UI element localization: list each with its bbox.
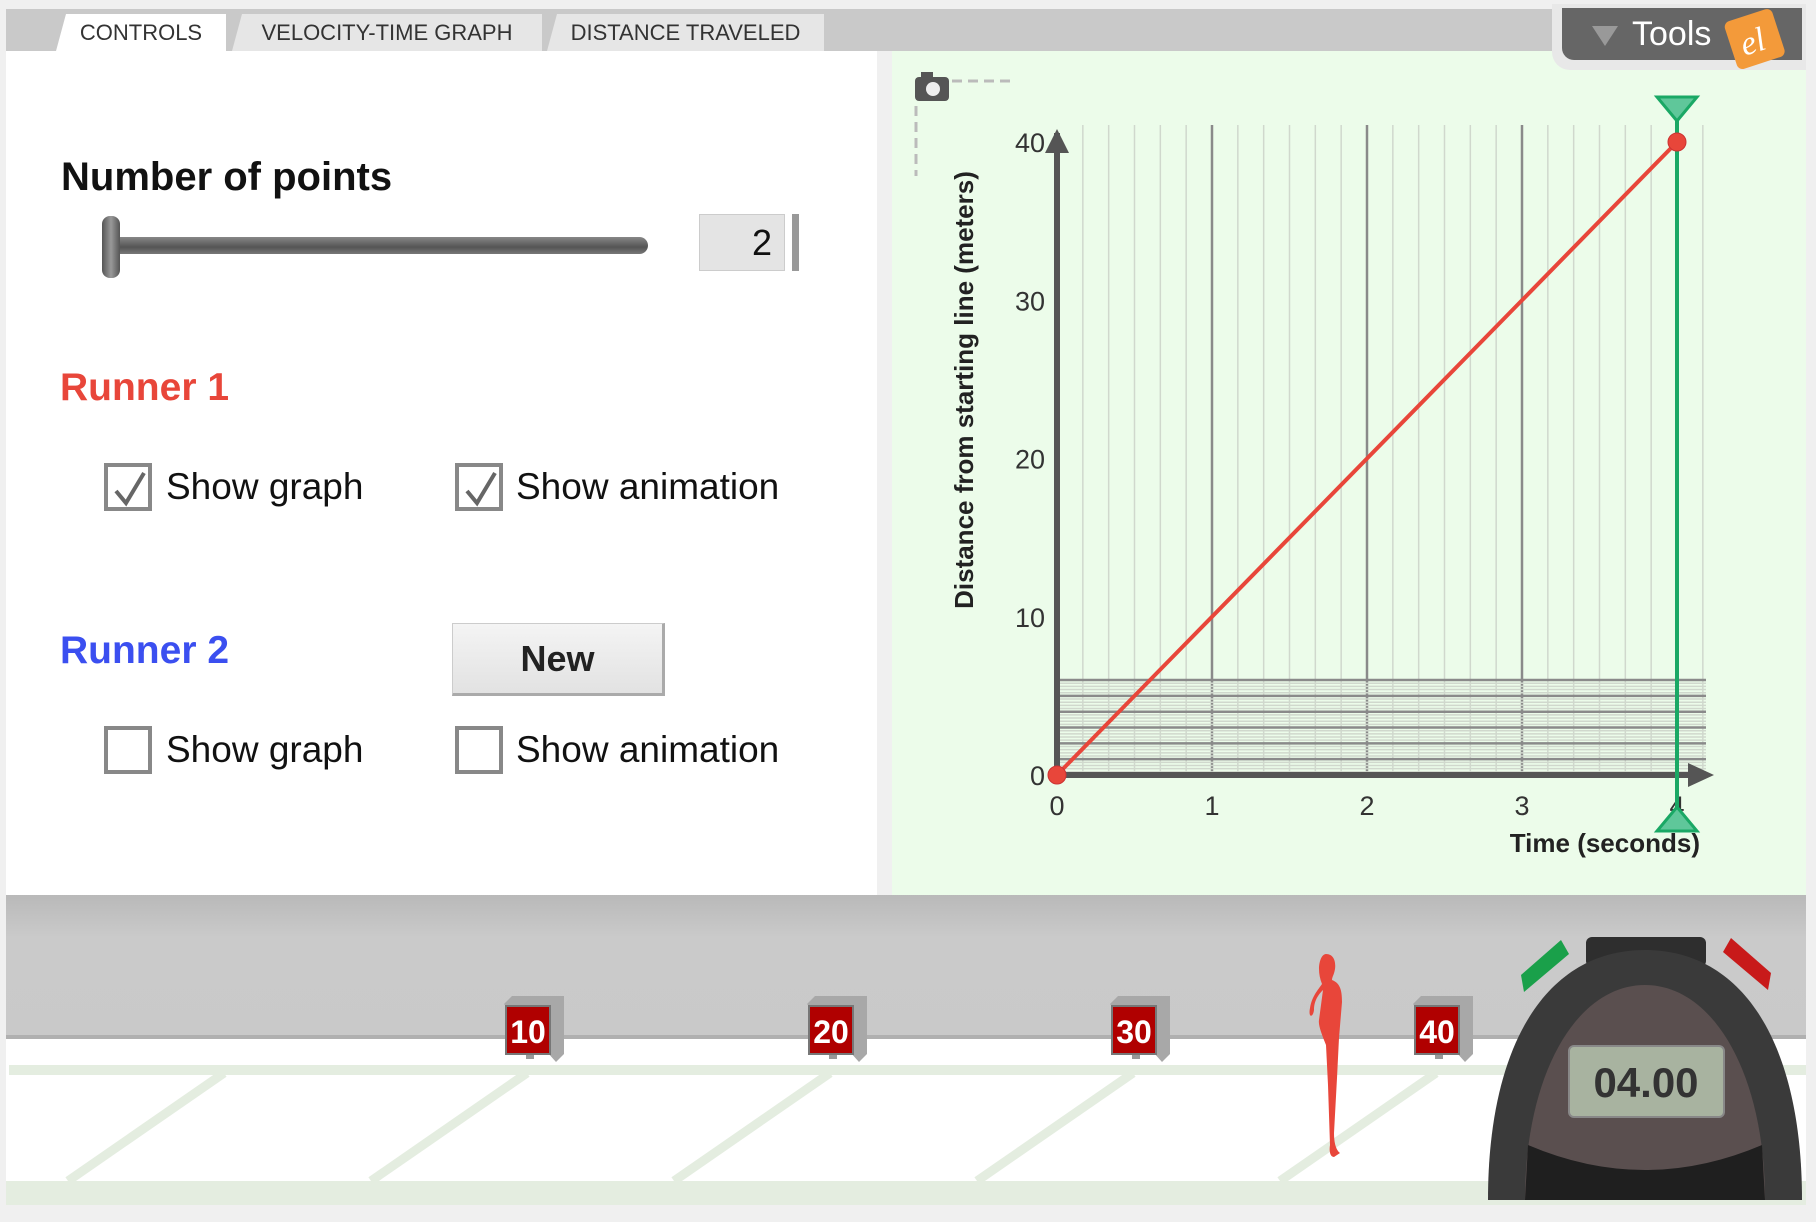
x-axis-label: Time (seconds)	[1510, 828, 1700, 858]
tools-label: Tools	[1632, 14, 1712, 53]
runner1-show-animation-label: Show animation	[516, 466, 780, 507]
runner2-show-animation-checkbox[interactable]	[455, 726, 503, 774]
checkmark-icon	[465, 471, 497, 507]
x-axis-arrow-icon	[1688, 763, 1714, 787]
tab-distance-traveled[interactable]: DISTANCE TRAVELED	[547, 14, 824, 51]
x-tick-label: 2	[1359, 791, 1374, 821]
y-tick-label: 20	[1015, 445, 1045, 475]
runner1-heading: Runner 1	[60, 366, 230, 409]
camera-icon[interactable]	[914, 72, 1012, 176]
runner2-show-graph-checkbox[interactable]	[104, 726, 152, 774]
marker-label: 10	[510, 1014, 546, 1050]
explorelearning-logo: el	[1724, 9, 1785, 69]
triangle-down-icon	[1592, 26, 1618, 46]
y-tick-label: 10	[1015, 603, 1045, 633]
time-cursor-top-handle-icon	[1653, 95, 1701, 124]
x-tick-label: 0	[1049, 791, 1064, 821]
stopwatch-display: 04.00	[1593, 1059, 1698, 1106]
distance-marker: 40	[1413, 996, 1473, 1062]
runner1-show-graph-checkbox[interactable]	[104, 463, 152, 511]
race-track: 10 20 30 40 04.00	[6, 895, 1806, 1205]
number-of-points-label: Number of points	[61, 155, 393, 199]
tab-velocity-time-graph[interactable]: VELOCITY-TIME GRAPH	[232, 14, 542, 51]
runner2-show-animation-label: Show animation	[516, 729, 780, 770]
data-point	[1667, 132, 1687, 152]
distance-time-chart: 01234010203040 Distance from starting li…	[914, 72, 1714, 858]
x-tick-label: 3	[1514, 791, 1529, 821]
x-tick-label: 1	[1204, 791, 1219, 821]
number-of-points-slider[interactable]	[108, 237, 648, 254]
marker-label: 40	[1419, 1014, 1455, 1050]
y-tick-label: 40	[1015, 128, 1045, 158]
y-axis-label: Distance from starting line (meters)	[949, 171, 979, 609]
y-tick-label: 30	[1015, 286, 1045, 316]
runner2-show-graph-label: Show graph	[166, 729, 364, 770]
distance-marker: 20	[807, 996, 867, 1062]
y-axis-arrow-icon	[1045, 129, 1069, 153]
distance-marker: 30	[1110, 996, 1170, 1062]
y-tick-label: 0	[1030, 761, 1045, 791]
tools-menu: Tools el	[1552, 4, 1806, 70]
value-box-edge	[792, 214, 799, 271]
marker-label: 20	[813, 1014, 849, 1050]
runner2-new-button[interactable]: New	[452, 623, 665, 696]
runner1-show-graph-label: Show graph	[166, 466, 364, 507]
stopwatch: 04.00	[1488, 937, 1802, 1200]
runner1-show-animation-checkbox[interactable]	[455, 463, 503, 511]
checkmark-icon	[114, 471, 146, 507]
distance-marker: 10	[504, 996, 564, 1062]
data-point	[1047, 765, 1067, 785]
number-of-points-value[interactable]: 2	[699, 214, 785, 271]
runner2-heading: Runner 2	[60, 629, 230, 672]
marker-label: 30	[1116, 1014, 1152, 1050]
slider-thumb[interactable]	[102, 216, 120, 278]
tab-controls[interactable]: CONTROLS	[56, 14, 226, 51]
